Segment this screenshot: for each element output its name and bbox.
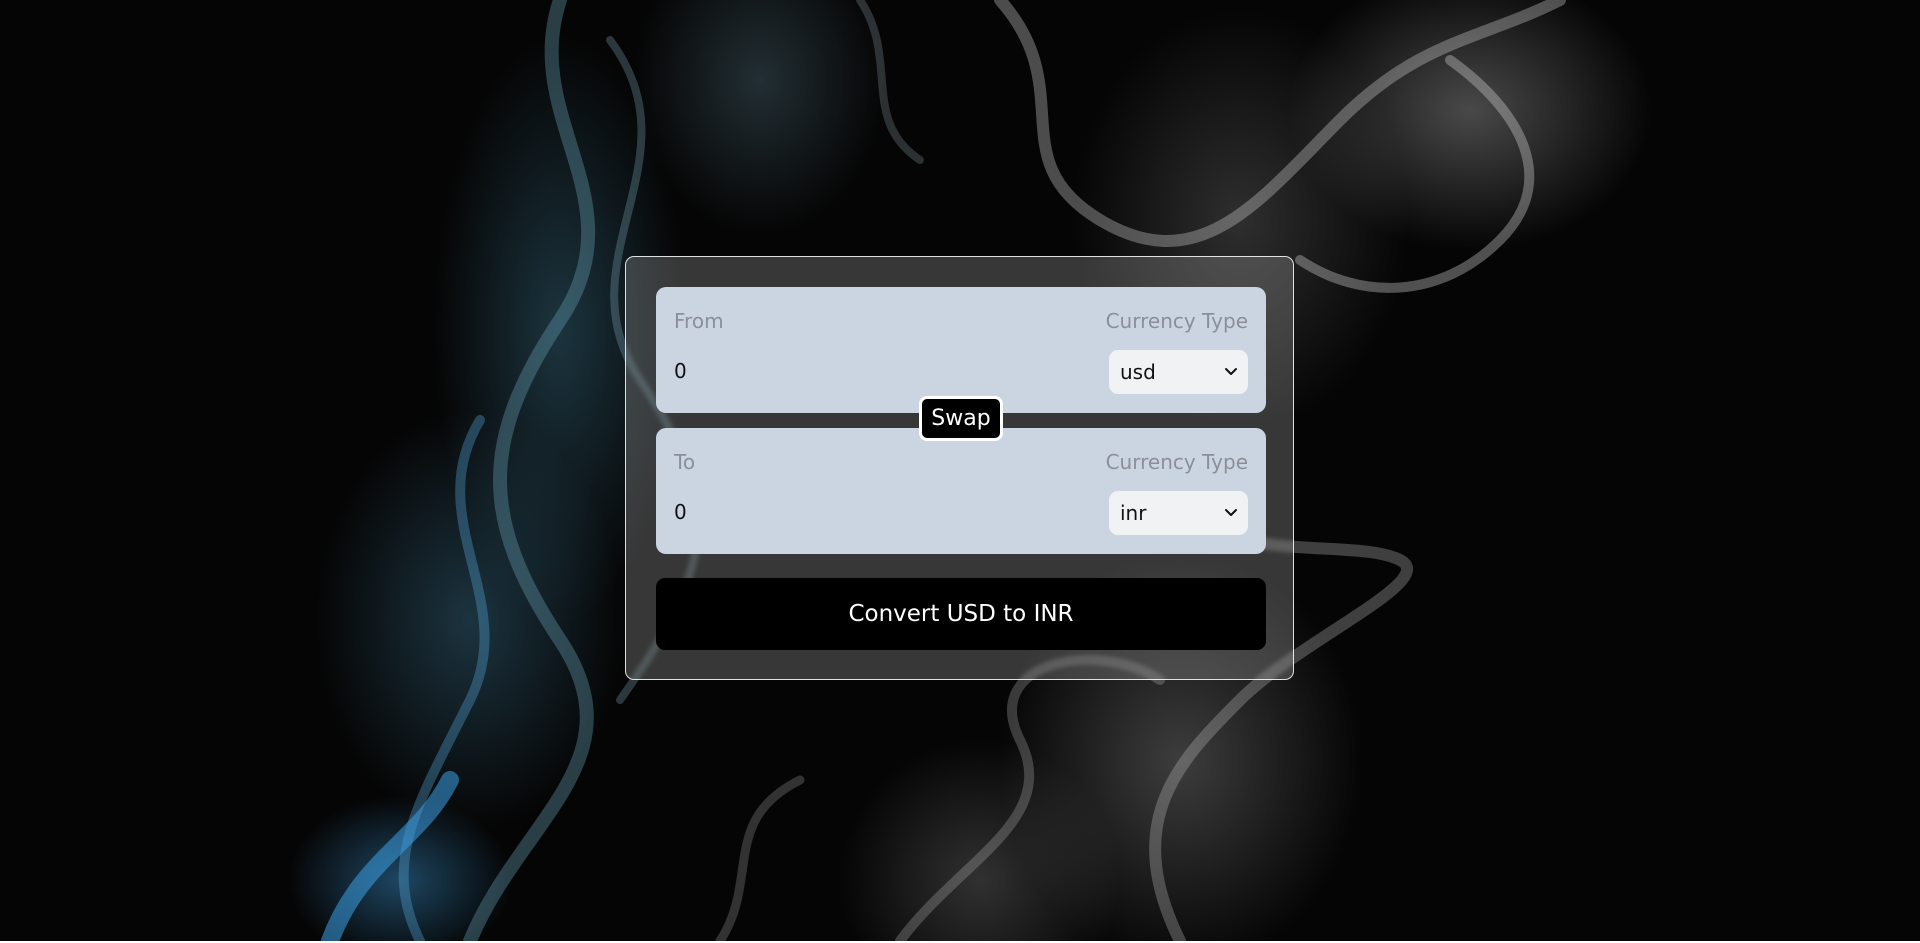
- convert-button[interactable]: Convert USD to INR: [656, 578, 1266, 650]
- from-amount-input[interactable]: 0: [674, 359, 687, 383]
- swap-button[interactable]: Swap: [919, 396, 1003, 441]
- chevron-down-icon: [1225, 368, 1237, 375]
- to-currency-type-label: Currency Type: [1105, 450, 1248, 474]
- from-currency-type-label: Currency Type: [1105, 309, 1248, 333]
- to-panel: To Currency Type 0 inr: [656, 428, 1266, 554]
- converter-card: From Currency Type 0 usd To Currency Typ…: [625, 256, 1294, 680]
- chevron-down-icon: [1225, 509, 1237, 516]
- to-label: To: [674, 450, 696, 474]
- to-amount-input[interactable]: 0: [674, 500, 687, 524]
- from-currency-select[interactable]: usd: [1109, 350, 1248, 394]
- from-panel: From Currency Type 0 usd: [656, 287, 1266, 413]
- from-currency-value: usd: [1120, 360, 1156, 384]
- to-currency-value: inr: [1120, 501, 1147, 525]
- to-currency-select[interactable]: inr: [1109, 491, 1248, 535]
- from-label: From: [674, 309, 724, 333]
